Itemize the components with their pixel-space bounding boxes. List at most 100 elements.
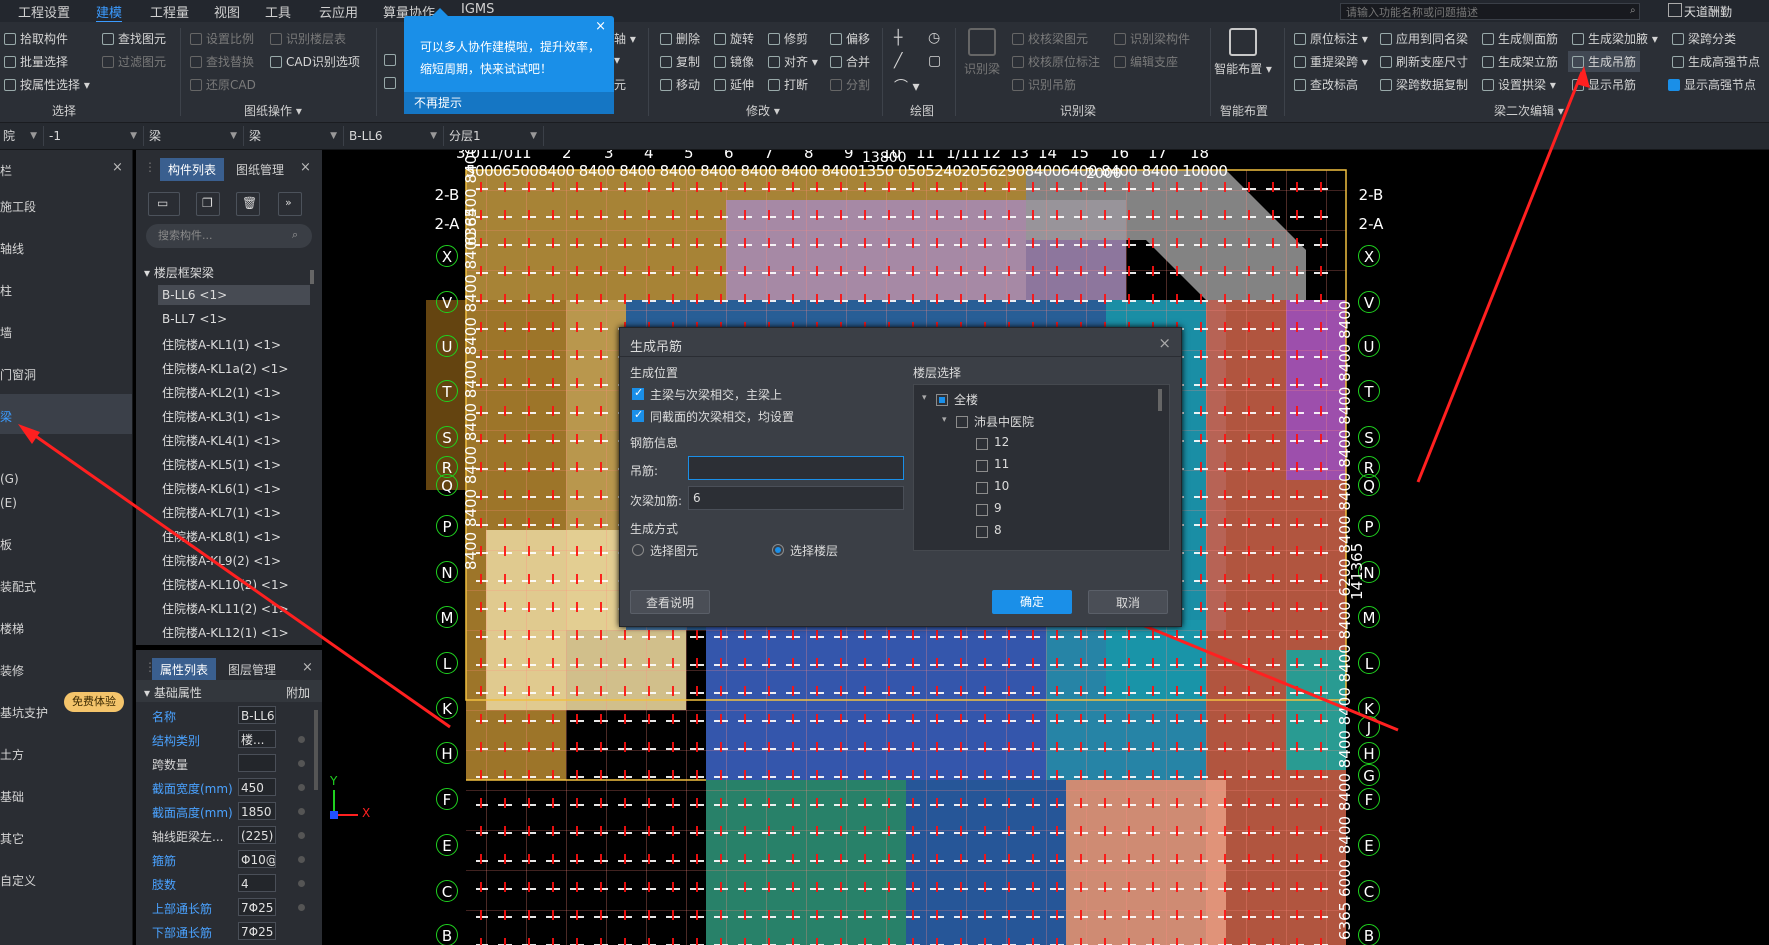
- prop-value[interactable]: Φ10@: [238, 850, 276, 868]
- expand-icon[interactable]: ▾: [942, 415, 947, 425]
- recognize-hanger-button[interactable]: 识别吊筋: [1012, 76, 1076, 93]
- feature-search-input[interactable]: 请输入功能名称或问题描述: [1340, 3, 1640, 20]
- floor-checkbox[interactable]: [976, 438, 988, 450]
- list-item[interactable]: 住院楼A-KL10(2) <1>: [162, 576, 289, 593]
- arc-draw-icon[interactable]: ⌒ ▾: [894, 76, 919, 96]
- menu-cloud[interactable]: 云应用: [319, 2, 358, 21]
- line-draw-icon[interactable]: ╱: [894, 53, 902, 69]
- floor-checkbox[interactable]: [976, 482, 988, 494]
- close-icon[interactable]: ×: [302, 660, 313, 675]
- scrollbar-thumb[interactable]: [314, 710, 318, 790]
- secondary-rebar-input[interactable]: 6: [688, 486, 904, 510]
- element-button[interactable]: 元: [614, 76, 626, 93]
- nav-item-earthwork[interactable]: 土方: [0, 746, 24, 763]
- attr-dot-icon[interactable]: [298, 736, 305, 743]
- prop-value[interactable]: 4: [238, 874, 276, 892]
- expand-icon[interactable]: ▾: [922, 393, 927, 403]
- list-item[interactable]: 住院楼A-KL7(1) <1>: [162, 504, 281, 521]
- list-item[interactable]: 住院楼A-KL2(1) <1>: [162, 384, 281, 401]
- apply-same-name-button[interactable]: 应用到同名梁: [1380, 30, 1468, 47]
- find-element-button[interactable]: 查找图元: [102, 30, 166, 47]
- new-component-button[interactable]: ▭: [148, 192, 180, 216]
- axis-button[interactable]: 轴 ▾: [614, 30, 636, 47]
- recognize-beam-member-button[interactable]: 识别梁构件: [1114, 30, 1190, 47]
- list-item[interactable]: 住院楼A-KL6(1) <1>: [162, 480, 281, 497]
- prop-value[interactable]: [238, 754, 276, 772]
- select-by-attr-button[interactable]: 按属性选择 ▾: [4, 76, 90, 93]
- scrollbar-thumb[interactable]: [1158, 389, 1162, 411]
- nav-item-wall[interactable]: 墙: [0, 324, 12, 341]
- attr-dot-icon[interactable]: [298, 880, 305, 887]
- list-item[interactable]: 住院楼A-KL11(2) <1>: [162, 600, 289, 617]
- dont-show-again-button[interactable]: 不再提示: [404, 92, 614, 114]
- check-origin-label-button[interactable]: 校核原位标注: [1012, 53, 1100, 70]
- pick-element-button[interactable]: 拾取构件: [4, 30, 68, 47]
- refresh-support-button[interactable]: 刷新支座尺寸: [1380, 53, 1468, 70]
- smart-layout-button[interactable]: 智能布置 ▾: [1212, 28, 1274, 77]
- select-floor-radio[interactable]: [772, 544, 784, 556]
- menu-project-settings[interactable]: 工程设置: [18, 2, 70, 21]
- re-span-button[interactable]: 重提梁跨 ▾: [1294, 53, 1368, 70]
- nav-item-g[interactable]: (G): [0, 472, 19, 486]
- search-icon[interactable]: ⌕: [1630, 5, 1636, 16]
- tab-drawing-manage[interactable]: 图纸管理: [228, 158, 292, 181]
- prop-value[interactable]: 楼...: [238, 730, 276, 748]
- nav-item-foundation[interactable]: 基础: [0, 788, 24, 805]
- close-icon[interactable]: ×: [112, 160, 123, 175]
- list-item[interactable]: 住院楼A-KL1a(2) <1>: [162, 360, 288, 377]
- nav-item-other[interactable]: 其它: [0, 830, 24, 847]
- attr-dot-icon[interactable]: [298, 760, 305, 767]
- recognize-floor-table-button[interactable]: 识别楼层表: [270, 30, 346, 47]
- delete-button[interactable]: 删除: [660, 30, 700, 47]
- menu-tools[interactable]: 工具: [265, 2, 291, 21]
- view-help-button[interactable]: 查看说明: [630, 590, 710, 614]
- split-button[interactable]: 分割: [830, 76, 870, 93]
- list-item[interactable]: 住院楼A-KL8(1) <1>: [162, 528, 281, 545]
- all-floors-checkbox[interactable]: [936, 394, 948, 406]
- floor-checkbox[interactable]: [976, 526, 988, 538]
- prop-value[interactable]: 7Φ25: [238, 898, 276, 916]
- component-combo[interactable]: B-LL6 ▼: [346, 126, 444, 146]
- more-button[interactable]: »: [278, 192, 302, 216]
- span-class-button[interactable]: 梁跨分类: [1672, 30, 1736, 47]
- copy-button[interactable]: 复制: [660, 53, 700, 70]
- arrow-button[interactable]: ▾: [614, 53, 620, 67]
- type-combo[interactable]: 梁 ▼: [246, 126, 344, 146]
- batch-select-button[interactable]: 批量选择: [4, 53, 68, 70]
- prop-value[interactable]: B-LL6: [238, 706, 276, 724]
- prop-value[interactable]: 450: [238, 778, 276, 796]
- ok-button[interactable]: 确定: [992, 590, 1072, 614]
- tab-component-list[interactable]: 构件列表: [160, 158, 225, 181]
- find-replace-button[interactable]: 查找替换: [190, 53, 254, 70]
- list-item[interactable]: 住院楼A-KL5(1) <1>: [162, 456, 281, 473]
- restore-cad-button[interactable]: 还原CAD: [190, 76, 256, 93]
- select-element-radio[interactable]: [632, 544, 644, 556]
- prop-value[interactable]: 1850: [238, 802, 276, 820]
- nav-item-door-window[interactable]: 门窗洞: [0, 366, 36, 383]
- list-item[interactable]: 住院楼A-KL9(2) <1>: [162, 552, 281, 569]
- attr-dot-icon[interactable]: [298, 808, 305, 815]
- list-item[interactable]: B-LL7 <1>: [162, 312, 227, 326]
- nav-item-prefab[interactable]: 装配式: [0, 578, 36, 595]
- cancel-button[interactable]: 取消: [1088, 590, 1168, 614]
- nav-item-stair[interactable]: 楼梯: [0, 620, 24, 637]
- gen-high-node-button[interactable]: 生成高强节点: [1672, 53, 1760, 70]
- component-search-input[interactable]: 搜索构件...: [146, 224, 312, 248]
- nav-item-e[interactable]: (E): [0, 496, 17, 510]
- gen-stand-rebar-button[interactable]: 生成架立筋: [1482, 53, 1558, 70]
- floor-combo[interactable]: -1 ▼: [46, 126, 144, 146]
- list-item[interactable]: 住院楼A-KL12(1) <1>: [162, 624, 289, 638]
- avatar[interactable]: [1668, 3, 1682, 17]
- sublayer-combo[interactable]: 分层1 ▼: [446, 126, 544, 146]
- gen-beam-haunch-button[interactable]: 生成梁加腋 ▾: [1572, 30, 1658, 47]
- nav-item-slab[interactable]: 板: [0, 536, 12, 553]
- move-button[interactable]: 移动: [660, 76, 700, 93]
- show-hanger-button[interactable]: 显示吊筋: [1572, 76, 1636, 93]
- building-combo[interactable]: 院 ▼: [0, 126, 44, 146]
- edit-support-button[interactable]: 编辑支座: [1114, 53, 1178, 70]
- nav-item-axis[interactable]: 轴线: [0, 240, 24, 257]
- list-item[interactable]: 住院楼A-KL1(1) <1>: [162, 336, 281, 353]
- menu-igms[interactable]: IGMS: [461, 2, 494, 17]
- tab-layer-manage[interactable]: 图层管理: [220, 658, 284, 681]
- free-trial-badge[interactable]: 免费体验: [64, 692, 124, 712]
